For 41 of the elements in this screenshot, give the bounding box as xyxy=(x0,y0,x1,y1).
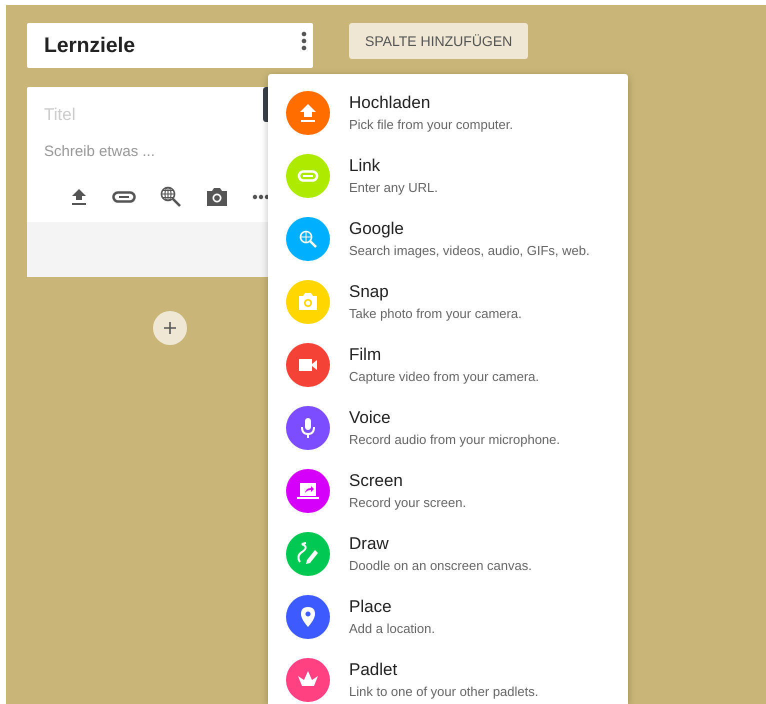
menu-item[interactable]: Hochladen Pick file from your computer. xyxy=(268,81,628,144)
item-label: Voice xyxy=(349,408,392,428)
item-description: Record your screen. xyxy=(349,495,466,510)
link-icon[interactable] xyxy=(112,191,136,203)
item-label: Padlet xyxy=(349,660,398,680)
item-description: Take photo from your camera. xyxy=(349,306,522,321)
more-icon[interactable] xyxy=(252,194,270,200)
menu-item[interactable]: Film Capture video from your camera. xyxy=(268,333,628,396)
globe-search-icon[interactable] xyxy=(160,186,182,208)
add-column-button[interactable]: SPALTE HINZUFÜGEN xyxy=(349,23,528,59)
menu-item[interactable]: Link Enter any URL. xyxy=(268,144,628,207)
item-label: Snap xyxy=(349,282,390,302)
more-icon[interactable] xyxy=(301,31,307,51)
menu-item[interactable]: Voice Record audio from your microphone. xyxy=(268,396,628,459)
add-post-button[interactable] xyxy=(153,311,187,345)
upload-icon[interactable] xyxy=(70,188,88,206)
menu-item[interactable]: Draw Doodle on an onscreen canvas. xyxy=(268,522,628,585)
item-description: Search images, videos, audio, GIFs, web. xyxy=(349,243,590,258)
item-label: Place xyxy=(349,597,393,617)
column-title[interactable]: Lernziele xyxy=(44,34,136,58)
item-description: Enter any URL. xyxy=(349,180,438,195)
item-label: Google xyxy=(349,219,405,239)
item-description: Record audio from your microphone. xyxy=(349,432,560,447)
item-description: Link to one of your other padlets. xyxy=(349,684,538,699)
item-description: Pick file from your computer. xyxy=(349,117,513,132)
item-description: Add a location. xyxy=(349,621,436,636)
item-description: Doodle on an onscreen canvas. xyxy=(349,558,532,573)
menu-item[interactable]: Screen Record your screen. xyxy=(268,459,628,522)
menu-item[interactable]: Google Search images, videos, audio, GIFs, web. xyxy=(268,207,628,270)
item-description: Capture video from your camera. xyxy=(349,369,540,384)
item-label: Film xyxy=(349,345,382,365)
camera-icon[interactable] xyxy=(206,187,228,207)
body-field[interactable]: Schreib etwas ... xyxy=(44,141,244,161)
item-label: Hochladen xyxy=(349,93,432,113)
menu-item[interactable]: Snap Take photo from your camera. xyxy=(268,270,628,333)
item-label: Draw xyxy=(349,534,390,554)
plus-icon xyxy=(164,322,176,334)
menu-item[interactable]: Place Add a location. xyxy=(268,585,628,648)
menu-item[interactable]: Padlet Link to one of your other padlets. xyxy=(268,648,628,704)
item-label: Link xyxy=(349,156,382,176)
item-label: Screen xyxy=(349,471,404,491)
